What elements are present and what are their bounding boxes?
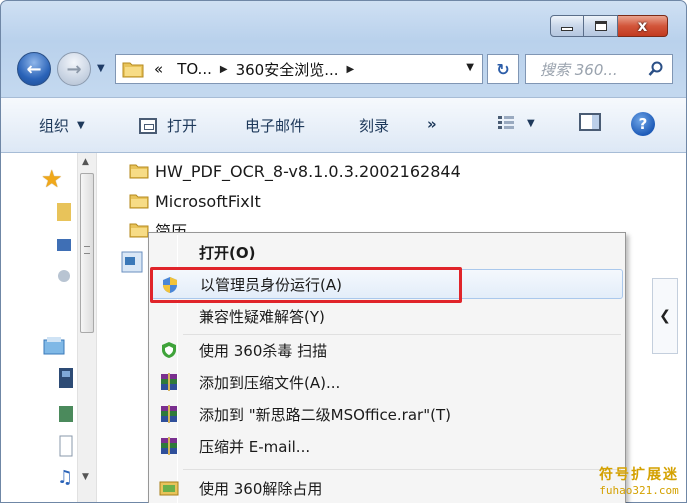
folder-icon — [129, 164, 149, 179]
menu-item-add-to-rar[interactable]: 添加到 "新思路二级MSOffice.rar"(T) — [151, 399, 623, 429]
maximize-button[interactable] — [584, 15, 618, 37]
navigation-bar: ← → ▼ « TO... ▶ 360安全浏览... ▶ ▼ ↻ 搜索 360.… — [17, 51, 677, 87]
menu-item-label: 使用 360杀毒 扫描 — [199, 341, 328, 360]
scrollbar-thumb[interactable] — [80, 173, 94, 333]
recent-places-icon[interactable] — [57, 267, 71, 289]
folder-icon[interactable] — [57, 201, 71, 223]
view-icon — [498, 116, 514, 129]
favorites-star-icon[interactable]: ★ — [41, 165, 63, 193]
list-item[interactable]: MicrosoftFixIt — [129, 188, 261, 214]
selected-file-icon[interactable] — [121, 251, 143, 273]
back-arrow-icon: ← — [26, 58, 42, 80]
organize-label: 组织 — [39, 117, 70, 135]
breadcrumb-item-360[interactable]: 360安全浏览... — [236, 59, 339, 80]
organize-button[interactable]: 组织 ▼ — [39, 115, 85, 136]
highlight-box — [150, 267, 462, 303]
open-icon — [139, 117, 157, 134]
winrar-icon — [161, 437, 177, 455]
collapse-pane-button[interactable]: ❮ — [652, 278, 678, 354]
pictures-icon[interactable] — [59, 403, 73, 425]
close-icon: x — [637, 17, 648, 35]
command-bar: 组织 ▼ 打开 电子邮件 刻录 » ▼ ? — [1, 97, 686, 153]
breadcrumb-item-to[interactable]: TO... — [177, 60, 212, 78]
watermark: 符号扩展迷 fuhao321.com — [599, 464, 679, 497]
minimize-button[interactable] — [550, 15, 584, 37]
chevron-right-icon[interactable]: ▶ — [347, 64, 355, 75]
caption-buttons: x — [550, 15, 668, 37]
file-name: MicrosoftFixIt — [155, 191, 261, 211]
chevron-down-icon: ▼ — [77, 120, 85, 131]
menu-item-compress-email[interactable]: 压缩并 E-mail... — [151, 431, 623, 461]
360-shield-icon — [162, 342, 176, 358]
winrar-icon — [161, 405, 177, 423]
address-dropdown[interactable]: ▼ — [466, 62, 474, 73]
scroll-down-icon[interactable]: ▼ — [82, 472, 89, 482]
help-icon: ? — [631, 112, 655, 136]
more-label: » — [427, 115, 437, 133]
360-unlock-icon — [159, 481, 179, 496]
desktop-icon[interactable] — [57, 235, 71, 257]
libraries-icon[interactable] — [43, 335, 65, 357]
burn-button[interactable]: 刻录 — [359, 115, 389, 136]
file-name: HW_PDF_OCR_8-v8.1.0.3.2002162844 — [155, 161, 461, 181]
forward-button[interactable]: → — [57, 52, 91, 86]
watermark-title: 符号扩展迷 — [599, 467, 679, 483]
videos-icon[interactable] — [59, 367, 73, 389]
navigation-pane: ★ ♫ — [1, 153, 79, 502]
forward-arrow-icon: → — [66, 58, 82, 80]
grip-icon — [84, 246, 90, 254]
address-bar[interactable]: « TO... ▶ 360安全浏览... ▶ ▼ — [115, 54, 483, 84]
preview-pane-button[interactable] — [579, 113, 601, 131]
refresh-icon: ↻ — [496, 59, 510, 79]
menu-item-label: 添加到压缩文件(A)... — [199, 373, 341, 392]
watermark-url: fuhao321.com — [599, 484, 679, 497]
maximize-icon — [594, 21, 607, 31]
menu-item-label: 使用 360解除占用 — [199, 479, 323, 498]
winrar-icon — [161, 373, 177, 391]
menu-item-label: 打开(O) — [199, 243, 256, 262]
list-item[interactable]: HW_PDF_OCR_8-v8.1.0.3.2002162844 — [129, 158, 461, 184]
minimize-icon — [561, 27, 573, 31]
folder-icon — [129, 223, 149, 238]
folder-icon — [129, 194, 149, 209]
menu-item-label: 压缩并 E-mail... — [199, 437, 311, 456]
menu-item-compat-troubleshoot[interactable]: 兼容性疑难解答(Y) — [151, 301, 623, 331]
menu-item-label: 兼容性疑难解答(Y) — [199, 307, 325, 326]
refresh-button[interactable]: ↻ — [487, 54, 519, 84]
chevron-right-icon[interactable]: ▶ — [220, 64, 228, 75]
search-icon[interactable] — [648, 61, 664, 77]
menu-item-open[interactable]: 打开(O) — [151, 237, 623, 267]
search-placeholder: 搜索 360... — [540, 60, 618, 79]
open-label: 打开 — [167, 117, 198, 135]
preview-pane-icon — [579, 113, 601, 131]
breadcrumb-overflow[interactable]: « — [154, 60, 163, 78]
chevron-down-icon: ▼ — [527, 117, 535, 129]
burn-label: 刻录 — [359, 117, 390, 135]
breadcrumb: « TO... ▶ 360安全浏览... ▶ — [154, 59, 362, 80]
email-button[interactable]: 电子邮件 — [245, 115, 305, 136]
scroll-up-icon[interactable]: ▲ — [82, 157, 89, 167]
back-button[interactable]: ← — [17, 52, 51, 86]
nav-pane-scrollbar[interactable]: ▲ ▼ — [77, 153, 97, 502]
help-button[interactable]: ? — [631, 112, 655, 136]
close-button[interactable]: x — [618, 15, 668, 37]
email-label: 电子邮件 — [245, 117, 306, 135]
more-commands-button[interactable]: » — [427, 115, 437, 133]
recent-pages-dropdown[interactable]: ▼ — [97, 63, 105, 74]
chevron-left-icon: ❮ — [659, 308, 671, 324]
menu-item-add-to-archive[interactable]: 添加到压缩文件(A)... — [151, 367, 623, 397]
menu-separator — [183, 469, 621, 470]
open-button[interactable]: 打开 — [139, 115, 197, 136]
menu-item-label: 添加到 "新思路二级MSOffice.rar"(T) — [199, 405, 451, 424]
menu-item-360-unlock[interactable]: 使用 360解除占用 — [151, 473, 623, 503]
folder-icon — [122, 62, 144, 78]
documents-icon[interactable] — [59, 435, 73, 457]
music-icon[interactable]: ♫ — [57, 467, 79, 489]
menu-item-360-scan[interactable]: 使用 360杀毒 扫描 — [151, 335, 623, 365]
change-view-button[interactable]: ▼ — [497, 115, 535, 131]
search-input[interactable]: 搜索 360... — [525, 54, 673, 84]
